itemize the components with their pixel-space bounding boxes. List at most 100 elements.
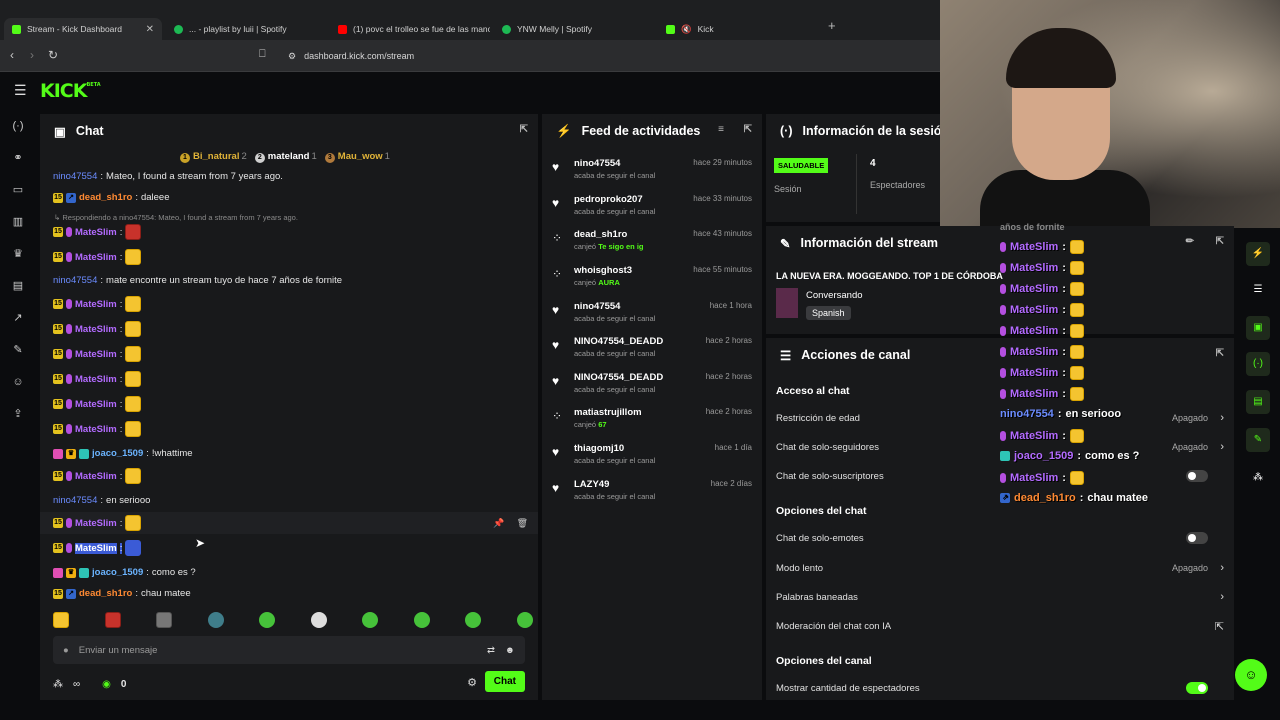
feed-username[interactable]: nino47554	[574, 301, 620, 312]
reload-icon[interactable]: ↻	[48, 48, 58, 62]
chat-message[interactable]: nino47554: mate encontre un stream tuyo d…	[53, 275, 342, 286]
wrench-icon[interactable]: ✎	[1246, 428, 1270, 452]
feed-username[interactable]: NINO47554_DEADD	[574, 372, 663, 383]
back-icon[interactable]: ‹	[10, 48, 14, 62]
chat-message[interactable]: 15 MateSlim:	[53, 296, 142, 312]
trophy-icon[interactable]: ♛	[10, 246, 26, 262]
username[interactable]: MateSlim	[75, 518, 117, 529]
tab-youtube[interactable]: (1) povc el trolleo se fue de las mano	[330, 18, 490, 40]
username[interactable]: joaco_1509	[92, 567, 143, 578]
chat-message[interactable]: 15 MateSlim:	[53, 540, 142, 556]
feed-item[interactable]: ♥ nino47554 acaba de seguir el canal hace 1…	[552, 301, 752, 333]
chat-settings-icon[interactable]: ⚙	[467, 676, 477, 689]
feed-username[interactable]: whoisghost3	[574, 265, 632, 276]
top-gifter-2[interactable]: 2 mateland 1	[254, 151, 317, 163]
feed-item[interactable]: ♥ thiagomj10 acaba de seguir el canal hace …	[552, 443, 752, 475]
username-selected[interactable]: MateSlim	[75, 542, 117, 554]
link-icon[interactable]: ⚭	[10, 150, 26, 166]
feed-username[interactable]: thiagomj10	[574, 443, 624, 454]
top-gifter-3[interactable]: 3 Mau_wow 1	[324, 151, 390, 163]
window-icon[interactable]: ▭	[10, 182, 26, 198]
users-icon[interactable]: ☺	[10, 374, 26, 390]
new-tab-button[interactable]: +	[828, 18, 836, 33]
stream-icon[interactable]: (·)	[10, 118, 26, 134]
chat-message[interactable]: 15 MateSlim:	[53, 396, 142, 412]
lightning-icon[interactable]: ⚡	[1246, 242, 1270, 266]
emote-icon[interactable]	[362, 612, 379, 628]
emote-icon[interactable]	[125, 346, 142, 362]
url-field[interactable]: ⚙ dashboard.kick.com/stream	[282, 47, 927, 65]
layout-icon[interactable]: ▤	[10, 278, 26, 294]
stream-icon[interactable]: (·)	[1246, 352, 1270, 376]
username[interactable]: nino47554	[53, 495, 97, 506]
chat-message[interactable]: 15 MateSlim:	[53, 468, 142, 484]
username[interactable]: MateSlim	[75, 324, 117, 335]
site-info-icon[interactable]: ⚙	[288, 51, 296, 62]
username[interactable]: nino47554	[53, 171, 97, 182]
analytics-icon[interactable]: ▥	[10, 214, 26, 230]
feed-item[interactable]: ♥ NINO47554_DEADD acaba de seguir el canal…	[552, 372, 752, 404]
emote-icon[interactable]	[104, 612, 121, 628]
share-icon[interactable]: ⁂	[1246, 466, 1270, 490]
tab-spotify-ynw[interactable]: YNW Melly | Spotify	[494, 18, 654, 40]
username[interactable]: nino47554	[53, 275, 97, 286]
chat-message[interactable]: 15 MateSlim:	[53, 421, 142, 437]
menu-icon[interactable]: ☰	[14, 82, 27, 99]
emote-icon[interactable]	[125, 421, 142, 437]
chat-message[interactable]: 15 MateSlim:	[53, 515, 142, 531]
emote-icon[interactable]	[516, 612, 533, 628]
chat-message[interactable]: 15 ↗ dead_sh1ro: daleee	[53, 192, 170, 203]
emote-icon[interactable]	[125, 468, 142, 484]
category-name[interactable]: Conversando	[806, 290, 863, 301]
emote-icon[interactable]	[259, 612, 276, 628]
banned-words-row[interactable]: Palabras baneadas ›	[776, 591, 1224, 603]
close-tab-icon[interactable]: ✕	[146, 24, 154, 35]
feed-item[interactable]: ⁘ matiastrujillom canjeó 67 hace 2 horas	[552, 407, 752, 439]
username[interactable]: MateSlim	[75, 424, 117, 435]
translate-icon[interactable]: ⇄	[487, 645, 495, 656]
chat-message[interactable]: 15 MateSlim:	[53, 249, 142, 265]
list-icon[interactable]: ☰	[1246, 278, 1270, 302]
feed-username[interactable]: pedroproko207	[574, 194, 643, 205]
message-input[interactable]: ● Enviar un mensaje ⇄ ☻	[53, 636, 525, 664]
emote-icon[interactable]	[207, 612, 224, 628]
username[interactable]: dead_sh1ro	[79, 588, 132, 599]
emote-icon[interactable]	[125, 249, 142, 265]
username[interactable]: joaco_1509	[92, 448, 143, 459]
upload-icon[interactable]: ⇪	[10, 406, 26, 422]
popout-icon[interactable]: ⇱	[744, 124, 752, 135]
feed-item[interactable]: ♥ nino47554 acaba de seguir el canal hace 2…	[552, 158, 752, 190]
reply-reference[interactable]: ↳ Respondiendo a nino47554: Mateo, I fou…	[54, 213, 298, 222]
forward-icon[interactable]: ›	[30, 48, 34, 62]
tab-kick[interactable]: 🔇 Kick	[658, 18, 818, 40]
username[interactable]: MateSlim	[75, 227, 117, 238]
wrench-icon[interactable]: ✎	[10, 342, 26, 358]
feed-item[interactable]: ⁘ whoisghost3 canjeó AURA hace 55 minutos	[552, 265, 752, 297]
tab-kick-dashboard[interactable]: Stream - Kick Dashboard ✕	[4, 18, 162, 40]
kick-logo[interactable]: KICKBETA	[40, 80, 101, 102]
ai-moderation-row[interactable]: Moderación del chat con IA ⇱	[776, 621, 1224, 633]
feed-username[interactable]: LAZY49	[574, 479, 609, 490]
feed-item[interactable]: ⁘ dead_sh1ro canjeó Te sigo en ig hace 43 m…	[552, 229, 752, 261]
feed-item[interactable]: ♥ pedroproko207 acaba de seguir el canal ha…	[552, 194, 752, 226]
feed-username[interactable]: nino47554	[574, 158, 620, 169]
emoji-icon[interactable]: ☻	[505, 645, 515, 656]
emote-icon[interactable]	[156, 612, 173, 628]
chat-message[interactable]: 15 ↗ dead_sh1ro: chau matee	[53, 588, 191, 599]
chat-message[interactable]: 15 MateSlim:	[53, 346, 142, 362]
chart-icon[interactable]: ↗	[10, 310, 26, 326]
chat-icon[interactable]: ▣	[1246, 316, 1270, 340]
emote-icon[interactable]	[53, 612, 69, 628]
emote-icon[interactable]	[125, 296, 142, 312]
emote-icon[interactable]	[125, 396, 142, 412]
username[interactable]: MateSlim	[75, 374, 117, 385]
viewer-count-toggle[interactable]	[1186, 682, 1208, 694]
emotes-only-toggle[interactable]	[1186, 532, 1208, 544]
username[interactable]: MateSlim	[75, 349, 117, 360]
chat-message[interactable]: nino47554: en seriooo	[53, 495, 150, 506]
tab-spotify-playlist[interactable]: ... - playlist by luii | Spotify	[166, 18, 326, 40]
emote-icon[interactable]	[125, 515, 142, 531]
emote-icon[interactable]	[125, 224, 142, 240]
chat-message[interactable]: nino47554: Mateo, I found a stream from 7…	[53, 171, 283, 182]
username[interactable]: dead_sh1ro	[79, 192, 132, 203]
